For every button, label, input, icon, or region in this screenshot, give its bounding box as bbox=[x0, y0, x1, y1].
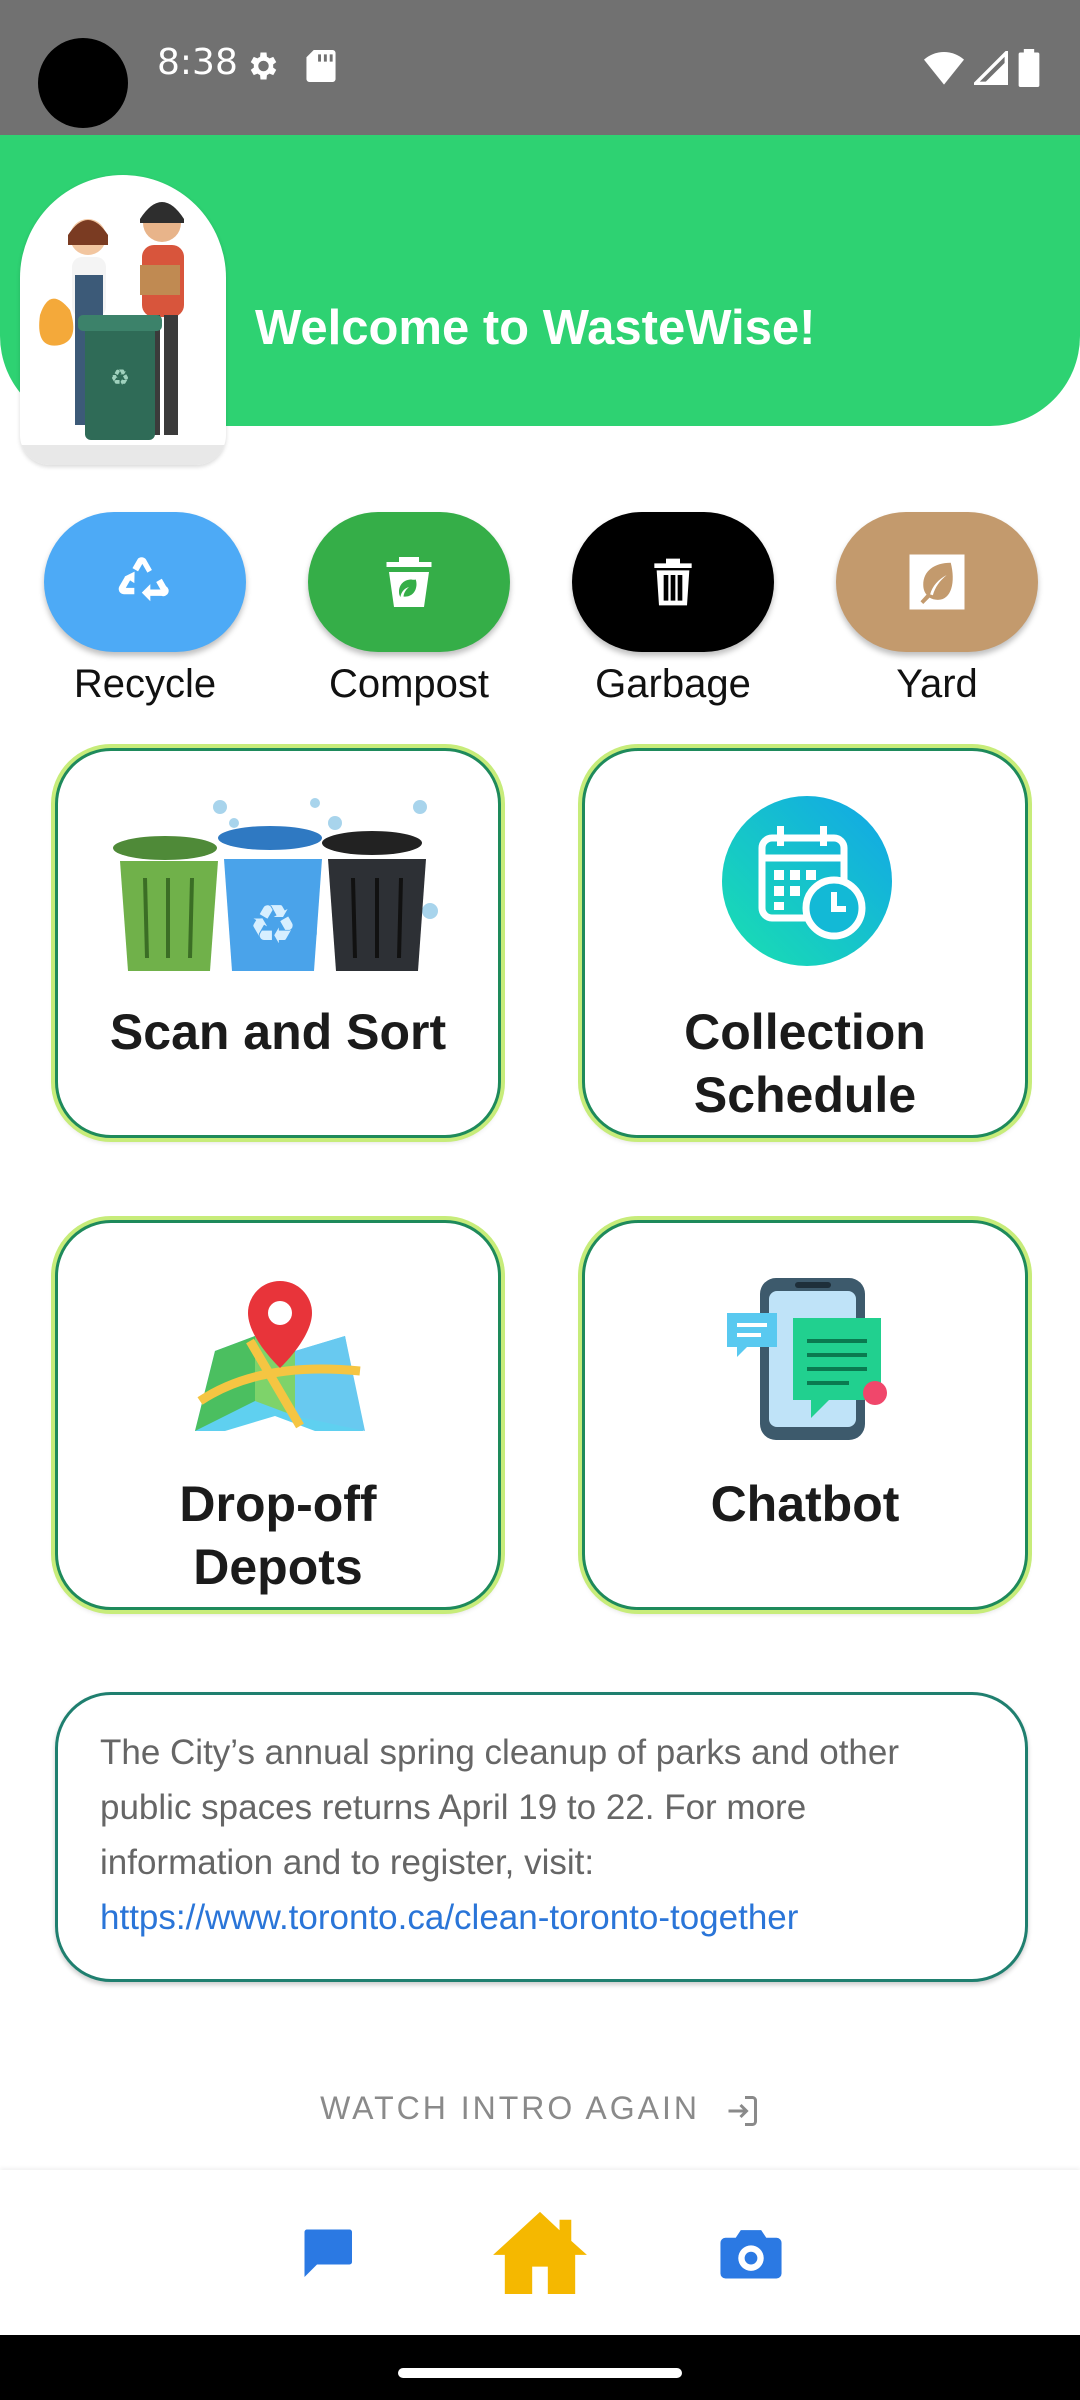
nav-chat[interactable] bbox=[295, 2222, 359, 2287]
leaf-icon bbox=[909, 554, 965, 610]
status-time: 8:38 bbox=[157, 42, 238, 83]
news-announcement: The City’s annual spring cleanup of park… bbox=[55, 1692, 1028, 1982]
recycle-button[interactable] bbox=[44, 512, 246, 652]
category-garbage[interactable]: Garbage bbox=[572, 512, 774, 707]
garbage-button[interactable] bbox=[572, 512, 774, 652]
home-icon bbox=[493, 2211, 587, 2294]
compost-bin-icon bbox=[386, 557, 432, 607]
category-yard[interactable]: Yard bbox=[836, 512, 1038, 707]
collection-schedule-card[interactable]: Collection Schedule bbox=[582, 748, 1028, 1138]
collection-schedule-title-line1: Collection bbox=[684, 1004, 926, 1060]
recycle-icon bbox=[118, 557, 169, 602]
scan-and-sort-title: Scan and Sort bbox=[109, 1004, 447, 1060]
bins-illustration: ♻ bbox=[113, 798, 438, 971]
svg-text:♻: ♻ bbox=[249, 893, 297, 956]
yard-label: Yard bbox=[896, 662, 978, 706]
drop-off-depots-title: Drop-off Depots bbox=[58, 1473, 498, 1599]
home-gesture-handle[interactable] bbox=[398, 2368, 682, 2378]
watch-intro-again-button[interactable]: WATCH INTRO AGAIN bbox=[0, 2090, 1080, 2129]
garbage-label: Garbage bbox=[595, 662, 751, 706]
people-recycling-illustration: ♻ bbox=[20, 175, 226, 465]
bottom-navigation bbox=[0, 2170, 1080, 2335]
news-text: The City’s annual spring cleanup of park… bbox=[100, 1733, 900, 1882]
cellular-signal-icon bbox=[974, 51, 1008, 85]
nav-home[interactable] bbox=[492, 2208, 588, 2299]
chatbot-card[interactable]: Chatbot bbox=[582, 1220, 1028, 1610]
collection-schedule-title: Collection Schedule bbox=[585, 1001, 1025, 1127]
settings-gear-icon bbox=[250, 52, 277, 80]
chatbot-title: Chatbot bbox=[710, 1476, 900, 1532]
calendar-clock-icon bbox=[722, 796, 892, 966]
news-link[interactable]: https://www.toronto.ca/clean-toronto-tog… bbox=[100, 1898, 798, 1937]
login-arrow-icon bbox=[728, 2095, 757, 2126]
camera-icon bbox=[720, 2230, 782, 2279]
compost-button[interactable] bbox=[308, 512, 510, 652]
svg-text:♻: ♻ bbox=[110, 366, 130, 391]
map-pin-icon bbox=[195, 1281, 365, 1431]
sd-card-icon bbox=[306, 50, 336, 82]
watch-intro-again-label: WATCH INTRO AGAIN bbox=[320, 2090, 700, 2126]
scan-and-sort-card[interactable]: ♻ Scan and Sort bbox=[55, 748, 501, 1138]
wifi-icon bbox=[924, 52, 964, 85]
trash-can-icon bbox=[654, 558, 692, 606]
status-bar: 8:38 bbox=[0, 0, 1080, 135]
category-compost[interactable]: Compost bbox=[308, 512, 510, 707]
category-recycle[interactable]: Recycle bbox=[44, 512, 246, 707]
drop-off-depots-title-line1: Drop-off bbox=[179, 1476, 377, 1532]
collection-schedule-title-line2: Schedule bbox=[693, 1067, 917, 1123]
chat-icon bbox=[304, 2229, 352, 2277]
compost-label: Compost bbox=[328, 662, 490, 706]
phone-chat-icon bbox=[727, 1278, 887, 1440]
nav-camera[interactable] bbox=[720, 2225, 782, 2286]
drop-off-depots-title-line2: Depots bbox=[193, 1539, 363, 1595]
welcome-title: Welcome to WasteWise! bbox=[255, 301, 816, 355]
battery-icon bbox=[1018, 49, 1040, 87]
yard-button[interactable] bbox=[836, 512, 1038, 652]
drop-off-depots-card[interactable]: Drop-off Depots bbox=[55, 1220, 501, 1610]
front-camera-cutout bbox=[38, 38, 128, 128]
recycle-label: Recycle bbox=[73, 662, 217, 706]
